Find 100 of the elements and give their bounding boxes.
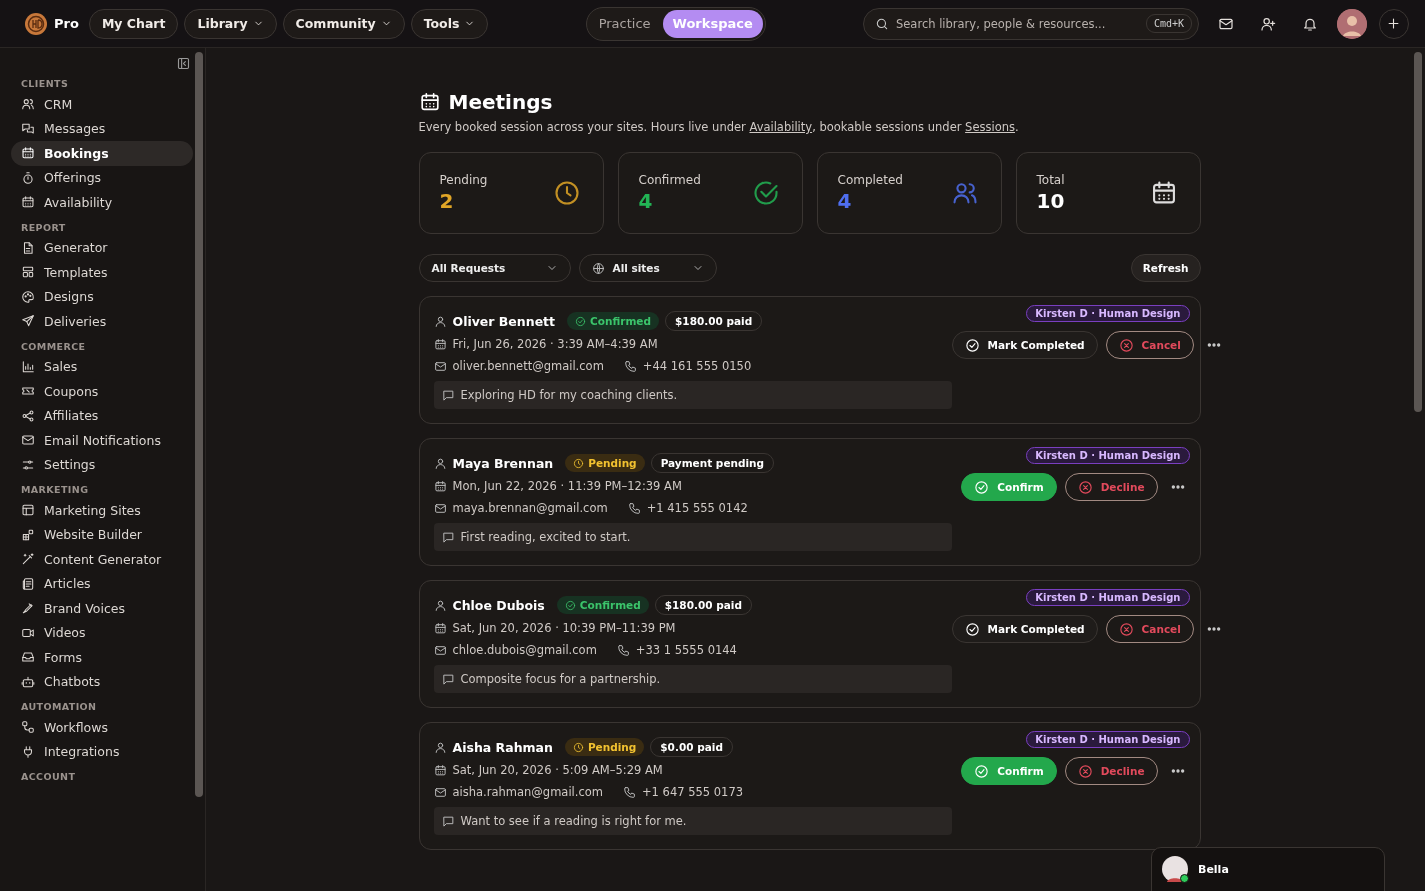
phone-icon xyxy=(627,501,641,515)
booking-date: Fri, Jun 26, 2026 · 3:39 AM–4:39 AM xyxy=(452,337,658,351)
stat-value: 4 xyxy=(638,189,654,213)
sidebar-item[interactable]: Templates xyxy=(11,260,193,285)
sidebar-item[interactable]: Settings xyxy=(11,452,193,477)
sidebar-item[interactable]: Email Notifications xyxy=(11,428,193,453)
scrollbar[interactable] xyxy=(195,52,203,797)
chat-bubbles-icon xyxy=(21,121,35,136)
paper-plane-icon xyxy=(21,314,35,329)
clock-icon xyxy=(572,741,584,753)
client-email: chloe.dubois@gmail.com xyxy=(452,643,597,657)
booking-note: Exploring HD for my coaching clients. xyxy=(433,381,952,409)
calendar-icon xyxy=(433,763,447,777)
pen-icon xyxy=(21,601,35,616)
status-badge: Confirmed xyxy=(556,596,649,614)
speech-bubble-icon xyxy=(441,388,455,402)
layout-icon xyxy=(21,265,35,280)
sidebar-item[interactable]: Deliveries xyxy=(11,309,193,334)
speech-bubble-icon xyxy=(441,814,455,828)
description-link[interactable]: Sessions xyxy=(965,120,1015,134)
nav-menu-button[interactable]: Tools xyxy=(410,8,489,39)
cross-circle-icon xyxy=(1077,763,1093,779)
calendar-icon xyxy=(21,195,35,210)
calendar-icon xyxy=(21,146,35,161)
sidebar-item[interactable]: Articles xyxy=(11,571,193,596)
phone-icon xyxy=(623,359,637,373)
booking-date: Mon, Jun 22, 2026 · 11:39 PM–12:39 AM xyxy=(452,479,682,493)
stat-label: Pending xyxy=(439,173,488,187)
section-heading: ACCOUNT xyxy=(21,771,77,782)
sidebar-item[interactable]: Forms xyxy=(11,645,193,670)
sidebar-item[interactable]: Integrations xyxy=(11,739,193,764)
chat-panel[interactable]: Bella xyxy=(1151,847,1385,891)
cross-circle-icon xyxy=(1118,621,1134,637)
booking-date: Sat, Jun 20, 2026 · 10:39 PM–11:39 PM xyxy=(452,621,676,635)
filter-dropdown[interactable]: All sites xyxy=(578,254,717,282)
sidebar-item[interactable]: Videos xyxy=(11,620,193,645)
client-phone: +33 1 5555 0144 xyxy=(635,643,737,657)
scrollbar[interactable] xyxy=(1414,52,1422,412)
inbox-icon xyxy=(21,650,35,665)
client-phone: +44 161 555 0150 xyxy=(642,359,752,373)
status-badge: Confirmed xyxy=(567,312,659,330)
speech-bubble-icon xyxy=(441,530,455,544)
sidebar-item[interactable]: Designs xyxy=(11,284,193,309)
sidebar-item[interactable]: Coupons xyxy=(11,379,193,404)
client-email: oliver.bennett@gmail.com xyxy=(452,359,604,373)
nav-menu-button[interactable]: Community xyxy=(282,8,405,39)
sidebar-item[interactable]: Messages xyxy=(11,116,193,141)
person-icon xyxy=(433,598,447,612)
section-heading: AUTOMATION xyxy=(21,701,98,712)
sidebar-item[interactable]: Offerings xyxy=(11,165,193,190)
check-circle-icon xyxy=(974,479,990,495)
check-circle-icon xyxy=(974,763,990,779)
logo-icon[interactable] xyxy=(24,11,48,36)
nav-menu-button[interactable]: Library xyxy=(184,8,277,39)
robot-icon xyxy=(21,674,35,689)
window-icon xyxy=(21,503,35,518)
person-icon xyxy=(433,740,447,754)
phone-icon xyxy=(623,785,636,799)
sidebar-item[interactable]: Bookings xyxy=(11,141,193,166)
stat-value: 4 xyxy=(837,189,853,213)
stopwatch-icon xyxy=(21,170,35,185)
sidebar-item[interactable]: Website Builder xyxy=(11,522,193,547)
sidebar-item[interactable]: Workflows xyxy=(11,715,193,740)
complete-button[interactable]: Mark Completed xyxy=(951,615,1098,643)
clock-icon xyxy=(552,179,581,207)
sidebar-item[interactable]: Brand Voices xyxy=(11,596,193,621)
document-icon xyxy=(21,240,35,255)
mode-tab[interactable]: Practice xyxy=(588,9,661,38)
booking-note: Want to see if a reading is right for me. xyxy=(433,807,952,835)
sidebar-item[interactable]: Affiliates xyxy=(11,403,193,428)
sidebar-item[interactable]: Availability xyxy=(11,190,193,215)
speech-bubble-icon xyxy=(441,672,455,686)
refresh-button[interactable]: Refresh xyxy=(1130,254,1201,282)
sidebar-item[interactable]: Chatbots xyxy=(11,669,193,694)
complete-button[interactable]: Mark Completed xyxy=(951,331,1098,359)
section-heading: MARKETING xyxy=(21,484,90,495)
calendar-icon xyxy=(433,621,447,635)
people-icon xyxy=(21,97,35,112)
check-circle-icon xyxy=(575,315,587,327)
sidebar-item[interactable]: Marketing Sites xyxy=(11,498,193,523)
calendar-icon xyxy=(418,91,441,113)
check-circle-icon xyxy=(564,599,576,611)
filter-dropdown[interactable]: All Requests xyxy=(418,254,571,282)
avatar[interactable] xyxy=(1337,8,1367,39)
section-heading: COMMERCE xyxy=(21,340,87,352)
sidebar-toggle-icon xyxy=(176,56,191,71)
section-heading: REPORT xyxy=(21,221,67,233)
description-link[interactable]: Availability xyxy=(749,120,813,134)
client-phone: +1 415 555 0142 xyxy=(646,501,748,515)
sidebar-item[interactable]: Generator xyxy=(11,235,193,260)
client-phone: +1 647 555 0173 xyxy=(642,785,744,799)
bar-chart-icon xyxy=(21,359,35,374)
sidebar-item[interactable]: CRM xyxy=(11,92,193,117)
envelope-icon xyxy=(21,433,35,448)
person-icon xyxy=(433,456,447,470)
sidebar-item[interactable]: Sales xyxy=(11,354,193,379)
booking-note: Composite focus for a partnership. xyxy=(433,665,952,693)
sidebar-item[interactable]: Content Generator xyxy=(11,547,193,572)
nav-menu-button[interactable]: My Chart xyxy=(88,8,179,39)
page-description: Every booked session across your sites. Hours live under Availability, bookable sessions under Sessions. xyxy=(418,120,1020,134)
